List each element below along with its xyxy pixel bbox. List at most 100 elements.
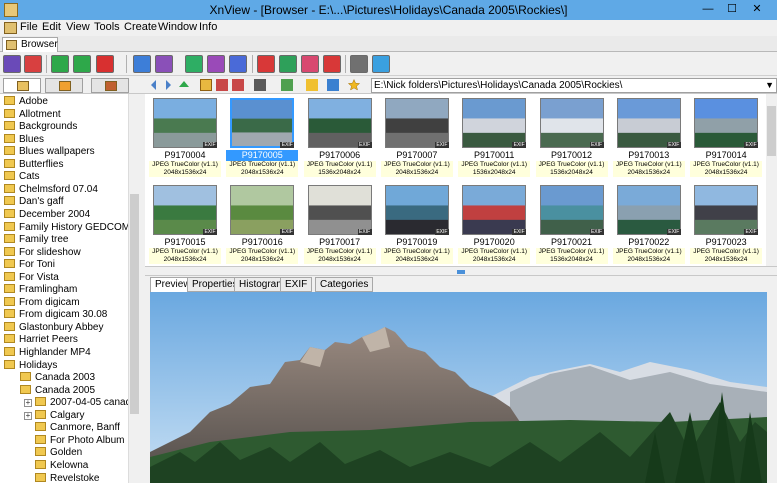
thumbnail[interactable]: EXIF P9170019 JPEG TrueColor (v1.1) 2048x15…: [380, 183, 453, 265]
folder-item[interactable]: For Toni: [4, 258, 55, 271]
thumbnail[interactable]: EXIF P9170015 JPEG TrueColor (v1.1) 2048x15…: [149, 183, 221, 265]
webpage-icon[interactable]: [301, 55, 319, 73]
browse-icon[interactable]: [3, 55, 21, 73]
folder-item[interactable]: Framlingham: [4, 283, 77, 296]
tab-browser[interactable]: Browser: [2, 37, 58, 52]
folder-item[interactable]: For slideshow: [4, 246, 81, 259]
undo-icon[interactable]: [51, 55, 69, 73]
folder-item[interactable]: Allotment: [4, 108, 61, 121]
thumbnail[interactable]: EXIF P9170022 JPEG TrueColor (v1.1) 2048x15…: [612, 183, 685, 265]
folder-tree[interactable]: Adobe Allotment Backgrounds Blues Blues wall…: [0, 94, 139, 483]
tab-exif[interactable]: EXIF: [280, 277, 313, 292]
star-icon[interactable]: [348, 79, 360, 91]
thumbnail[interactable]: EXIF P9170006 JPEG TrueColor (v1.1) 1536x20…: [303, 96, 376, 178]
thumbnail[interactable]: EXIF P9170005 JPEG TrueColor (v1.1) 2048x15…: [226, 96, 299, 178]
tab-folders[interactable]: [3, 78, 41, 93]
thumbnail[interactable]: EXIF P9170013 JPEG TrueColor (v1.1) 2048x15…: [612, 96, 685, 178]
folder-item[interactable]: Blues wallpapers: [4, 145, 95, 158]
folder-item[interactable]: December 2004: [4, 208, 90, 221]
view-mode-icon[interactable]: [254, 79, 266, 91]
folder-item[interactable]: Canada 2005: [20, 384, 95, 397]
sort-icon[interactable]: [281, 79, 293, 91]
help-icon[interactable]: [372, 55, 390, 73]
preview-scrollbar[interactable]: [767, 292, 777, 483]
folder-tree-scrollbar[interactable]: [128, 94, 139, 483]
new-folder-icon[interactable]: [200, 79, 212, 91]
thumbnail[interactable]: EXIF P9170021 JPEG TrueColor (v1.1) 1536x20…: [535, 183, 608, 265]
refresh-icon[interactable]: [327, 79, 339, 91]
folder-item[interactable]: Family History GEDCOM: [4, 221, 130, 234]
folder-item[interactable]: Canada 2003: [20, 371, 95, 384]
rename-icon[interactable]: [216, 79, 228, 91]
folder-item[interactable]: Golden: [35, 446, 82, 459]
thumbnail[interactable]: EXIF P9170023 JPEG TrueColor (v1.1) 2048x15…: [690, 183, 763, 265]
close-button[interactable]: ✕: [746, 2, 768, 17]
path-input[interactable]: E:\Nick folders\Pictures\Holidays\Canada…: [371, 78, 777, 93]
expand-icon[interactable]: +: [24, 411, 32, 420]
settings-icon[interactable]: [350, 55, 368, 73]
thumbnail[interactable]: EXIF P9170014 JPEG TrueColor (v1.1) 2048x15…: [690, 96, 763, 178]
menu-view[interactable]: View: [66, 21, 90, 33]
forward-icon[interactable]: [162, 79, 174, 91]
folder-item[interactable]: Blues: [4, 133, 44, 146]
thumbnail[interactable]: EXIF P9170016 JPEG TrueColor (v1.1) 2048x15…: [226, 183, 299, 265]
thumbnail[interactable]: EXIF P9170017 JPEG TrueColor (v1.1) 2048x15…: [303, 183, 376, 265]
back-icon[interactable]: [148, 79, 160, 91]
convert-icon[interactable]: [96, 55, 114, 73]
folder-item[interactable]: Kelowna: [35, 459, 88, 472]
maximize-button[interactable]: ☐: [721, 2, 743, 17]
thumbnail-grid[interactable]: EXIF P9170004 JPEG TrueColor (v1.1) 2048x15…: [145, 94, 766, 266]
folder-item[interactable]: Backgrounds: [4, 120, 77, 133]
capture-icon[interactable]: [257, 55, 275, 73]
tab-categories[interactable]: Categories: [315, 277, 374, 292]
folder-item[interactable]: For Vista: [4, 271, 59, 284]
folder-item[interactable]: From digicam: [4, 296, 80, 309]
thumbnail[interactable]: EXIF P9170020 JPEG TrueColor (v1.1) 2048x15…: [458, 183, 531, 265]
thumbnail-scrollbar[interactable]: [766, 94, 777, 266]
menu-file[interactable]: File: [20, 21, 38, 33]
filter-icon[interactable]: [306, 79, 318, 91]
delete-icon[interactable]: [232, 79, 244, 91]
menu-info[interactable]: Info: [199, 21, 217, 33]
thumbnail[interactable]: EXIF P9170004 JPEG TrueColor (v1.1) 2048x15…: [149, 96, 221, 178]
tab-categories[interactable]: [91, 78, 129, 93]
scan-icon[interactable]: [229, 55, 247, 73]
menu-window[interactable]: Window: [158, 21, 197, 33]
folder-item[interactable]: + Calgary: [24, 409, 84, 422]
folder-item[interactable]: Chelmsford 07.04: [4, 183, 98, 196]
fullscreen-icon[interactable]: [24, 55, 42, 73]
image-preview[interactable]: [150, 292, 767, 483]
minimize-button[interactable]: —: [697, 2, 719, 17]
folder-item[interactable]: +2007-04-05 canada 20: [24, 396, 138, 409]
folder-item[interactable]: Butterflies: [4, 158, 63, 171]
system-menu-icon[interactable]: [4, 22, 17, 34]
folder-item[interactable]: Dan's gaff: [4, 195, 64, 208]
menu-edit[interactable]: Edit: [42, 21, 61, 33]
thumbnail[interactable]: EXIF P9170012 JPEG TrueColor (v1.1) 1536x20…: [535, 96, 608, 178]
panel-splitter[interactable]: [145, 266, 777, 276]
up-icon[interactable]: [178, 79, 190, 91]
contact-sheet-icon[interactable]: [323, 55, 341, 73]
folder-item[interactable]: From digicam 30.08: [4, 308, 107, 321]
thumbnail[interactable]: EXIF P9170011 JPEG TrueColor (v1.1) 1536x20…: [458, 96, 531, 178]
tab-favorites[interactable]: [45, 78, 83, 93]
details-view-icon[interactable]: [155, 55, 173, 73]
folder-item[interactable]: Family tree: [4, 233, 68, 246]
menu-create[interactable]: Create: [124, 21, 157, 33]
folder-item[interactable]: For Photo Album: [35, 434, 124, 447]
path-dropdown-icon[interactable]: ▼: [765, 79, 774, 92]
folder-item[interactable]: Holidays: [4, 359, 57, 372]
menu-tools[interactable]: Tools: [94, 21, 120, 33]
folder-item[interactable]: Adobe: [4, 95, 48, 108]
folder-item[interactable]: Canmore, Banff: [35, 421, 120, 434]
folder-item[interactable]: Glastonbury Abbey: [4, 321, 104, 334]
zoom-icon[interactable]: [185, 55, 203, 73]
thumbnail[interactable]: EXIF P9170007 JPEG TrueColor (v1.1) 2048x15…: [380, 96, 453, 178]
folder-item[interactable]: Revelstoke: [35, 472, 99, 483]
print-icon[interactable]: [207, 55, 225, 73]
folder-item[interactable]: Harriet Peers: [4, 333, 78, 346]
expand-icon[interactable]: +: [24, 399, 32, 408]
slideshow-icon[interactable]: [279, 55, 297, 73]
thumbnail-view-icon[interactable]: [133, 55, 151, 73]
redo-icon[interactable]: [73, 55, 91, 73]
